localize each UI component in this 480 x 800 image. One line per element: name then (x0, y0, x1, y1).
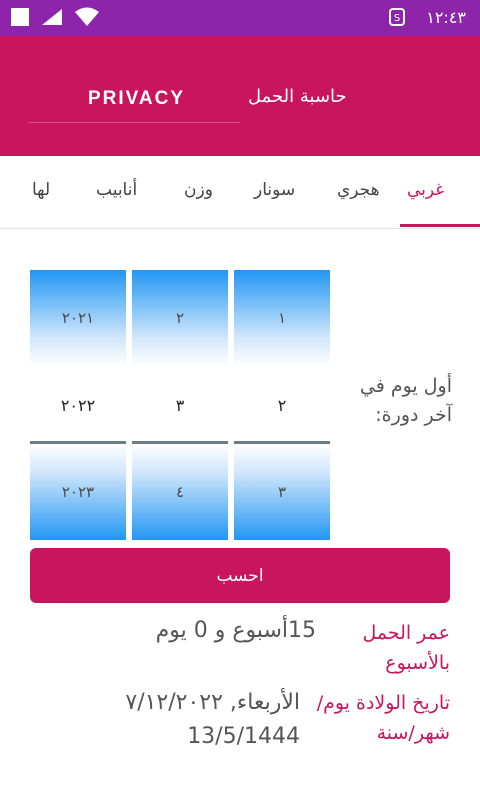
app-title-tab[interactable]: حاسبة الحمل (248, 86, 347, 107)
day-prev[interactable]: ١ (234, 270, 330, 366)
tab-weight[interactable]: وزن (184, 180, 213, 200)
day-next[interactable]: ٣ (234, 444, 330, 540)
signal-icon (42, 9, 62, 25)
calculate-button[interactable]: احسب (30, 548, 450, 603)
notification-box-icon (11, 8, 29, 26)
first-day-label: أول يوم في آخر دورة: (359, 375, 452, 426)
year-next[interactable]: ٢٠٢٣ (30, 444, 126, 540)
pregnancy-age-label: عمر الحمل بالأسبوع (362, 622, 450, 674)
tab-her[interactable]: لها (32, 180, 50, 200)
month-prev[interactable]: ٢ (132, 270, 228, 366)
day-picker[interactable]: ١ ٢ ٣ (234, 270, 330, 540)
wifi-icon (75, 7, 99, 26)
tab-hijri[interactable]: هجري (337, 180, 380, 200)
app-bar: PRIVACY حاسبة الحمل (0, 36, 480, 156)
status-bar: S ١٢:٤٣ (0, 0, 480, 36)
month-picker[interactable]: ٢ ٣ ٤ (132, 270, 228, 540)
year-prev[interactable]: ٢٠٢١ (30, 270, 126, 366)
tab-gregorian[interactable]: غربي (407, 180, 444, 200)
birth-date-hijri: 13/5/1444 (187, 724, 300, 749)
calendar-tabs: غربي هجري سونار وزن أنابيب لها (0, 156, 480, 229)
tab-ivf[interactable]: أنابيب (96, 180, 137, 200)
birth-date-gregorian: الأربعاء, ٧/١٢/٢٠٢٢ (125, 690, 300, 715)
year-selected[interactable]: ٢٠٢٢ (30, 366, 126, 444)
month-next[interactable]: ٤ (132, 444, 228, 540)
birth-date-label: تاريخ الولادة يوم/شهر/سنة (316, 692, 450, 744)
month-selected[interactable]: ٣ (132, 366, 228, 444)
app-bar-divider (28, 122, 240, 123)
year-picker[interactable]: ٢٠٢١ ٢٠٢٢ ٢٠٢٣ (30, 270, 126, 540)
status-time: ١٢:٤٣ (426, 7, 466, 27)
pregnancy-age-value: 15أسبوع و 0 يوم (155, 618, 316, 643)
active-tab-indicator (400, 224, 480, 227)
tab-sonar[interactable]: سونار (254, 180, 295, 200)
day-selected[interactable]: ٢ (234, 366, 330, 444)
privacy-tab[interactable]: PRIVACY (88, 88, 185, 110)
svg-text:S: S (394, 13, 400, 24)
app-notification-icon: S (389, 8, 406, 26)
